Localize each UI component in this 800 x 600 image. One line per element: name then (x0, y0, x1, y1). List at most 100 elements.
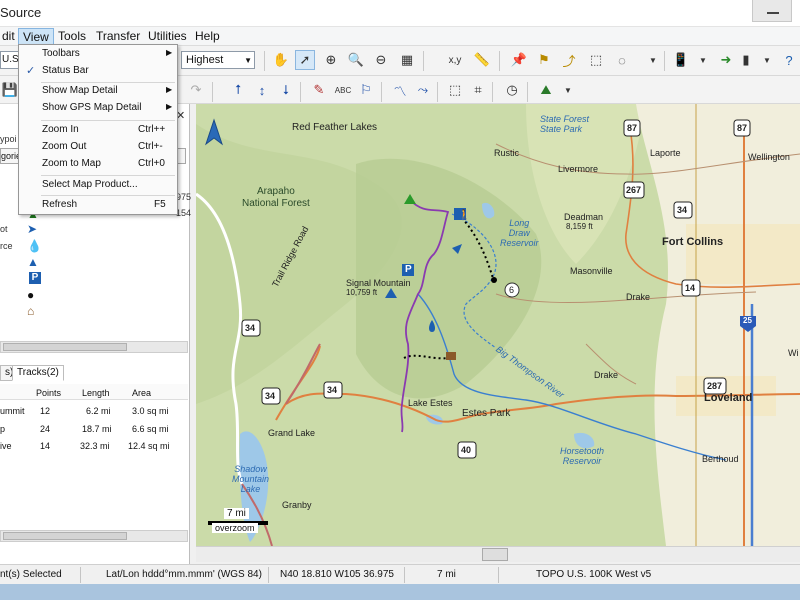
table-cell-name[interactable]: ummit (0, 406, 25, 416)
pointer-icon[interactable]: ➚ (295, 50, 315, 70)
toolbar-separator (264, 51, 265, 71)
map-grid-icon[interactable]: ▦ (397, 50, 417, 70)
hand-icon[interactable]: ✋ (271, 50, 291, 70)
menu-item-label: Show Map Detail (42, 85, 118, 96)
save-icon[interactable]: 💾 (0, 80, 20, 100)
parking-icon: P (405, 264, 412, 275)
map-label-rustic: Rustic (494, 148, 520, 158)
menu-help[interactable]: Help (191, 28, 224, 45)
menu-item-toolbars[interactable]: Toolbars ▶ (20, 46, 176, 63)
waypoint-name: ot (0, 224, 8, 234)
flag-label-icon[interactable]: ⚐ (356, 80, 376, 100)
status-divider (498, 567, 499, 583)
status-coordinates: N40 18.810 W105 36.975 (280, 569, 394, 580)
menu-transfer[interactable]: Transfer (92, 28, 144, 45)
send-to-device-icon[interactable]: ➜ (716, 50, 736, 70)
waypoint-scrollbar[interactable] (0, 341, 188, 353)
show-names-icon[interactable]: ✎ (309, 80, 329, 100)
map-label-masonville: Masonville (570, 266, 613, 276)
chevron-down-icon[interactable]: ▼ (757, 50, 777, 70)
zoom-in-map-icon[interactable]: 🔍 (346, 50, 366, 70)
clock-icon[interactable]: ◷ (502, 80, 522, 100)
chevron-down-icon[interactable]: ▼ (643, 50, 663, 70)
highway-shield: 6 (509, 285, 515, 295)
menu-item-show-map-detail[interactable]: Show Map Detail ▶ (20, 83, 176, 100)
cabin-icon: ⌂ (27, 304, 35, 318)
menu-item-zoom-to-map[interactable]: Zoom to Map Ctrl+0 (20, 156, 176, 173)
table-cell-points: 14 (40, 441, 51, 451)
map-label-loveland: Loveland (704, 392, 753, 404)
abc-label-icon[interactable]: ABC (333, 80, 353, 100)
menu-separator (41, 120, 175, 121)
map-label-drake: Drake (594, 370, 619, 380)
side-number: 154 (176, 208, 192, 218)
receive-from-device-icon[interactable]: ▮ (736, 50, 756, 70)
map-detail-select[interactable]: Highest ▼ (181, 51, 255, 69)
chevron-down-icon[interactable]: ▼ (693, 50, 713, 70)
align-bottom-icon[interactable]: ⭣ (276, 80, 296, 100)
column-points[interactable]: Points (36, 388, 61, 398)
menu-item-status-bar[interactable]: ✓ Status Bar (20, 63, 176, 80)
align-top-icon[interactable]: ⭡ (228, 80, 248, 100)
scrollbar-thumb[interactable] (482, 548, 508, 561)
tab-tracks[interactable]: Tracks(2) (12, 365, 64, 381)
summit-icon: ▲ (27, 255, 39, 269)
table-cell-name[interactable]: ive (0, 441, 12, 451)
zoom-in-icon[interactable]: ⊕ (321, 50, 341, 70)
menu-view[interactable]: View (18, 28, 54, 45)
column-length[interactable]: Length (82, 388, 110, 398)
map-view[interactable]: Red Feather Lakes State Forest State Par… (196, 104, 800, 546)
waypoints-label: ypoi (0, 134, 17, 144)
menu-item-refresh[interactable]: Refresh F5 (20, 197, 176, 214)
select-region-icon[interactable]: ⬚ (586, 50, 606, 70)
map-label-wi: Wi (788, 348, 799, 358)
chevron-down-icon[interactable]: ▼ (244, 53, 252, 69)
vertical-resize-icon[interactable]: ↕ (252, 80, 272, 100)
status-coordinate-format: Lat/Lon hddd°mm.mmm' (WGS 84) (106, 569, 262, 580)
lasso-icon[interactable]: ◌ (612, 50, 632, 70)
column-area[interactable]: Area (132, 388, 151, 398)
menu-item-label: Show GPS Map Detail (42, 102, 142, 113)
highway-shield: 287 (707, 381, 723, 391)
coordinate-icon[interactable]: x,y (445, 50, 465, 70)
toolbar-separator (499, 51, 500, 71)
desktop-taskbar (0, 584, 800, 600)
select-area-icon[interactable]: ⬚ (445, 80, 465, 100)
map-label-estes-park: Estes Park (462, 408, 511, 419)
highway-shield: 34 (677, 205, 688, 215)
map-label-red-feather-lakes: Red Feather Lakes (292, 122, 378, 133)
help-icon[interactable]: ? (779, 50, 799, 70)
dot-icon: ● (27, 288, 35, 302)
region-select[interactable]: U.S. (0, 51, 20, 69)
menu-edit[interactable]: dit (0, 28, 19, 45)
gps-device-icon[interactable]: 📱 (671, 50, 691, 70)
table-cell-area: 3.0 sq mi (132, 406, 169, 416)
tracks-scrollbar[interactable] (0, 530, 188, 542)
elevation-profile-icon[interactable]: ⛰ (536, 80, 556, 100)
view-menu-dropdown: Toolbars ▶ ✓ Status Bar Show Map Detail … (18, 44, 178, 215)
zoom-out-icon[interactable]: ⊖ (371, 50, 391, 70)
route-icon[interactable]: ⤴ (559, 50, 579, 70)
map-horizontal-scrollbar[interactable] (196, 546, 800, 562)
menu-tools[interactable]: Tools (54, 28, 90, 45)
redo-icon[interactable]: ↷ (186, 80, 206, 100)
map-canvas[interactable] (196, 104, 800, 546)
status-bar: nt(s) Selected Lat/Lon hddd°mm.mmm' (WGS… (0, 564, 800, 584)
menu-item-zoom-out[interactable]: Zoom Out Ctrl+- (20, 139, 176, 156)
menu-item-zoom-in[interactable]: Zoom In Ctrl++ (20, 122, 176, 139)
select-lasso-icon[interactable]: ⌗ (468, 80, 488, 100)
scrollbar-thumb[interactable] (3, 343, 127, 351)
scrollbar-thumb[interactable] (3, 532, 127, 540)
track-icon[interactable]: 〽 (390, 80, 410, 100)
menu-item-select-map-product[interactable]: Select Map Product... (20, 177, 176, 194)
map-label-laporte: Laporte (650, 148, 681, 158)
minimize-button[interactable] (752, 0, 792, 22)
menu-utilities[interactable]: Utilities (144, 28, 191, 45)
route-edit-icon[interactable]: ⤳ (413, 80, 433, 100)
flag-icon[interactable]: ⚑ (534, 50, 554, 70)
pushpin-icon[interactable]: 📌 (509, 50, 529, 70)
ruler-icon[interactable]: 📏 (472, 50, 492, 70)
menu-item-show-gps-map-detail[interactable]: Show GPS Map Detail ▶ (20, 100, 176, 117)
chevron-down-icon[interactable]: ▼ (558, 80, 578, 100)
table-cell-name[interactable]: p (0, 424, 5, 434)
